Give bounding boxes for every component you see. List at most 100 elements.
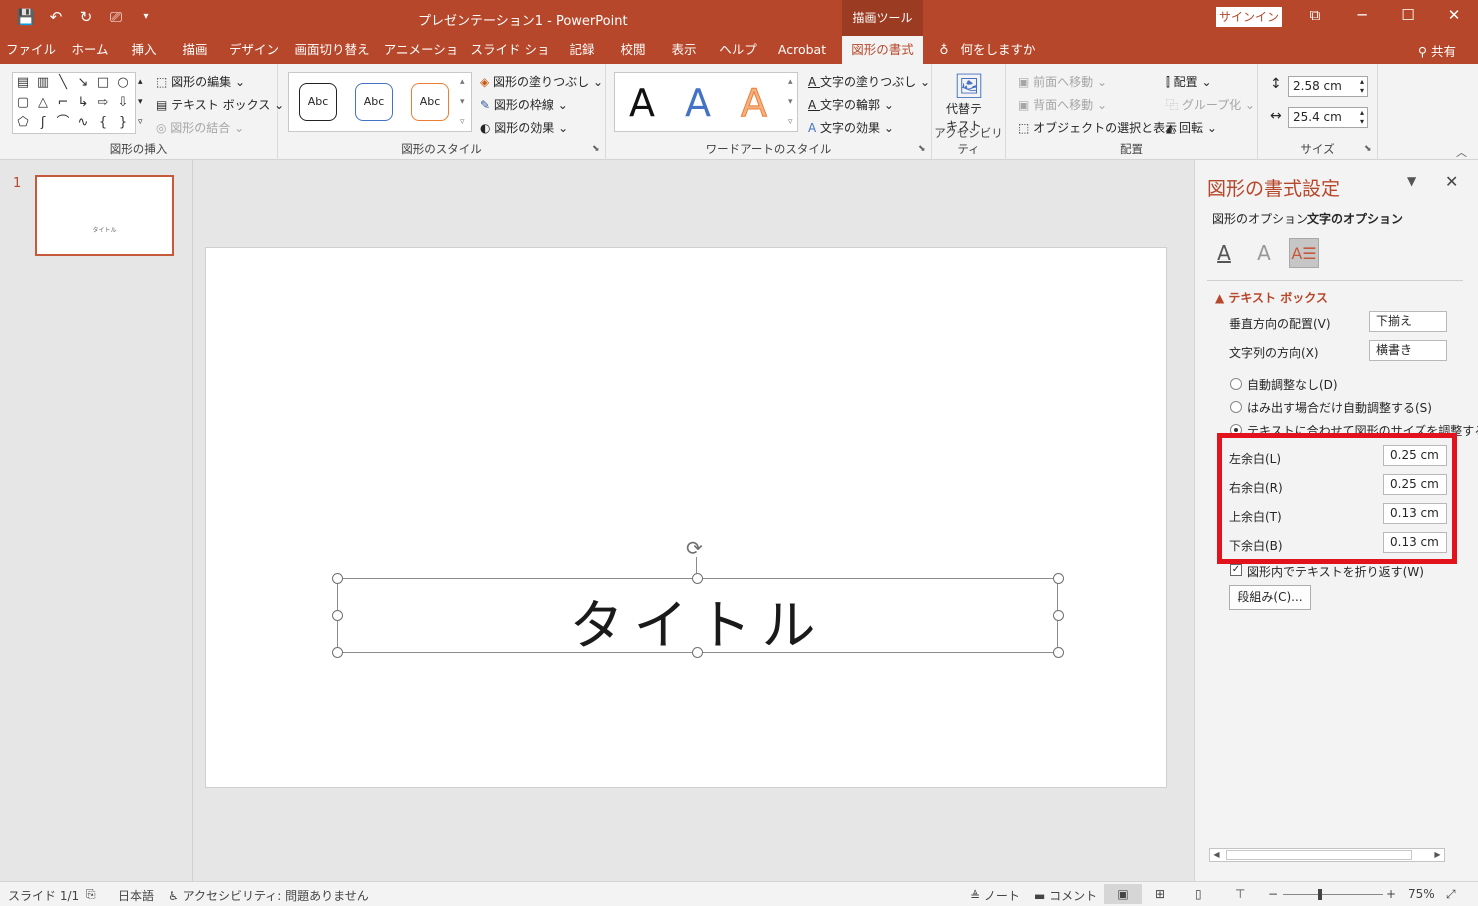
elbow-shape-icon[interactable]: ⌐	[53, 93, 73, 113]
tab-file[interactable]: ファイル	[6, 36, 56, 64]
vtextbox-shape-icon[interactable]: ▥	[33, 73, 53, 93]
scroll-thumb[interactable]	[1226, 850, 1412, 860]
tab-shape-format[interactable]: 図形の書式	[842, 36, 923, 64]
shape-gallery[interactable]: ▤ ▥ ╲ ↘ □ ○ ▢ △ ⌐ ↳ ⇨ ⇩ ⬠ ʃ ⌒ ∿{}	[12, 72, 136, 134]
shape-height-input[interactable]: 2.58 cm ▴ ▾	[1288, 76, 1368, 97]
line-shape-icon[interactable]: ╲	[53, 73, 73, 93]
resize-handle[interactable]	[332, 647, 343, 658]
close-pane-icon[interactable]: ✕	[1445, 172, 1458, 191]
language-indicator[interactable]: 日本語	[118, 887, 154, 904]
tab-home[interactable]: ホーム	[66, 36, 114, 64]
present-icon[interactable]: ⎚	[106, 7, 126, 27]
shape-options-tab[interactable]: 図形のオプション	[1212, 210, 1308, 227]
redo-icon[interactable]: ↻	[76, 7, 96, 27]
shape-style-orange[interactable]: Abc	[411, 83, 449, 121]
zoom-level[interactable]: 75%	[1408, 887, 1435, 901]
style-gallery-scroll-icon[interactable]: ▴ ▾ ▿	[460, 72, 465, 132]
tab-record[interactable]: 記録	[560, 36, 604, 64]
collapse-ribbon-icon[interactable]: ︿	[1456, 144, 1467, 160]
elbow-arrow-shape-icon[interactable]: ↳	[73, 93, 93, 113]
text-effects-icon[interactable]: A	[1249, 238, 1279, 268]
slide-canvas[interactable]: ⟳ タイトル	[205, 247, 1167, 788]
rotate-button[interactable]: ◭ 回転 ⌄	[1166, 119, 1217, 136]
shape-style-blue[interactable]: Abc	[355, 83, 393, 121]
save-icon[interactable]: 💾	[16, 7, 36, 27]
bring-forward-button[interactable]: ▣ 前面へ移動 ⌄	[1018, 73, 1107, 90]
tab-draw[interactable]: 描画	[174, 36, 216, 64]
left-brace-shape-icon[interactable]: {	[93, 113, 113, 133]
resize-handle[interactable]	[692, 573, 703, 584]
minimize-icon[interactable]: ─	[1350, 6, 1374, 24]
share-button[interactable]: ⚲ 共有	[1418, 41, 1456, 60]
vertical-alignment-select[interactable]: 下揃え	[1369, 311, 1447, 332]
notes-button[interactable]: ≜ ノート	[970, 887, 1020, 904]
freeform-shape-icon[interactable]: ⬠	[13, 113, 33, 133]
right-arrow-shape-icon[interactable]: ⇨	[93, 93, 113, 113]
text-effects-button[interactable]: A 文字の効果 ⌄	[808, 119, 894, 136]
maximize-icon[interactable]: ☐	[1396, 6, 1420, 24]
text-outline-button[interactable]: A 文字の輪郭 ⌄	[808, 96, 894, 113]
text-fill-outline-icon[interactable]: A	[1209, 238, 1239, 268]
tab-acrobat[interactable]: Acrobat	[770, 36, 834, 64]
tab-review[interactable]: 校閲	[612, 36, 654, 64]
slide-thumbnail[interactable]: タイトル	[35, 175, 174, 256]
shape-outline-button[interactable]: ✎ 図形の枠線 ⌄	[480, 96, 568, 113]
ribbon-display-icon[interactable]: ⧉	[1303, 6, 1327, 24]
slideshow-view-icon[interactable]: ⊤	[1235, 887, 1245, 901]
title-textbox[interactable]: タイトル	[332, 573, 1064, 658]
wordart-style-orange[interactable]: A	[741, 81, 768, 126]
scroll-right-icon[interactable]: ▶	[1431, 849, 1444, 861]
rotate-handle-icon[interactable]: ⟳	[686, 536, 703, 560]
shape-width-input[interactable]: 25.4 cm ▴ ▾	[1288, 107, 1368, 128]
slide-sorter-icon[interactable]: ⊞	[1155, 887, 1165, 901]
resize-handle[interactable]	[692, 647, 703, 658]
merge-shapes-button[interactable]: ◎ 図形の結合 ⌄	[156, 119, 244, 136]
comments-button[interactable]: ▬ コメント	[1034, 887, 1097, 904]
wordart-style-blue[interactable]: A	[685, 81, 711, 125]
wordart-gallery-scroll-icon[interactable]: ▴ ▾ ▿	[788, 72, 793, 132]
resize-handle[interactable]	[332, 610, 343, 621]
resize-handle[interactable]	[1053, 573, 1064, 584]
textbox-button[interactable]: ▤ テキスト ボックス ⌄	[156, 96, 284, 113]
shape-effects-button[interactable]: ◐ 図形の効果 ⌄	[480, 119, 568, 136]
tab-design[interactable]: デザイン	[226, 36, 282, 64]
send-backward-button[interactable]: ▣ 背面へ移動 ⌄	[1018, 96, 1107, 113]
text-direction-select[interactable]: 横書き	[1369, 340, 1447, 361]
reading-view-icon[interactable]: ▯	[1195, 887, 1202, 901]
tab-transitions[interactable]: 画面切り替え	[292, 36, 372, 64]
gallery-scroll-icon[interactable]: ▴ ▾ ▿	[138, 72, 143, 132]
undo-icon[interactable]: ↶	[46, 7, 66, 27]
text-options-tab[interactable]: 文字のオプション	[1307, 210, 1403, 227]
scroll-left-icon[interactable]: ◀	[1210, 849, 1223, 861]
tab-help[interactable]: ヘルプ	[716, 36, 760, 64]
curve-shape-icon[interactable]: ∿	[73, 113, 93, 133]
spinner-icon[interactable]: ▴ ▾	[1360, 77, 1364, 95]
zoom-out-icon[interactable]: −	[1268, 887, 1278, 901]
selection-pane-button[interactable]: ⬚ オブジェクトの選択と表示	[1018, 119, 1177, 136]
resize-handle[interactable]	[332, 573, 343, 584]
textbox-shape-icon[interactable]: ▤	[13, 73, 33, 93]
zoom-slider[interactable]	[1283, 894, 1383, 895]
shape-fill-button[interactable]: ◈ 図形の塗りつぶし ⌄	[480, 73, 603, 90]
close-window-icon[interactable]: ✕	[1442, 6, 1466, 24]
edit-shape-button[interactable]: ⬚ 図形の編集 ⌄	[156, 73, 245, 90]
rect-shape-icon[interactable]: □	[93, 73, 113, 93]
spellcheck-icon[interactable]: ⎘	[86, 887, 96, 902]
right-brace-shape-icon[interactable]: }	[113, 113, 133, 133]
tab-animations[interactable]: アニメーション	[382, 36, 460, 85]
resize-handle[interactable]	[1053, 647, 1064, 658]
textbox-layout-icon[interactable]: A☰	[1289, 238, 1319, 268]
right-margin-input[interactable]: 0.25 cm	[1383, 474, 1447, 495]
alt-text-button[interactable]: 🖼 代替テ キスト	[946, 72, 986, 133]
autofit-none-radio[interactable]	[1230, 378, 1242, 390]
triangle-shape-icon[interactable]: △	[33, 93, 53, 113]
tab-insert[interactable]: 挿入	[124, 36, 164, 64]
signin-button[interactable]: サインイン	[1216, 7, 1282, 27]
columns-button[interactable]: 段組み(C)...	[1229, 585, 1311, 610]
fit-slide-icon[interactable]: ⤢	[1446, 887, 1456, 902]
bottom-margin-input[interactable]: 0.13 cm	[1383, 532, 1447, 553]
down-arrow-shape-icon[interactable]: ⇩	[113, 93, 133, 113]
wordart-style-black[interactable]: A	[629, 81, 655, 125]
textbox-section-header[interactable]: ▲ テキスト ボックス	[1215, 289, 1328, 306]
tab-slideshow[interactable]: スライド ショー	[470, 36, 550, 85]
